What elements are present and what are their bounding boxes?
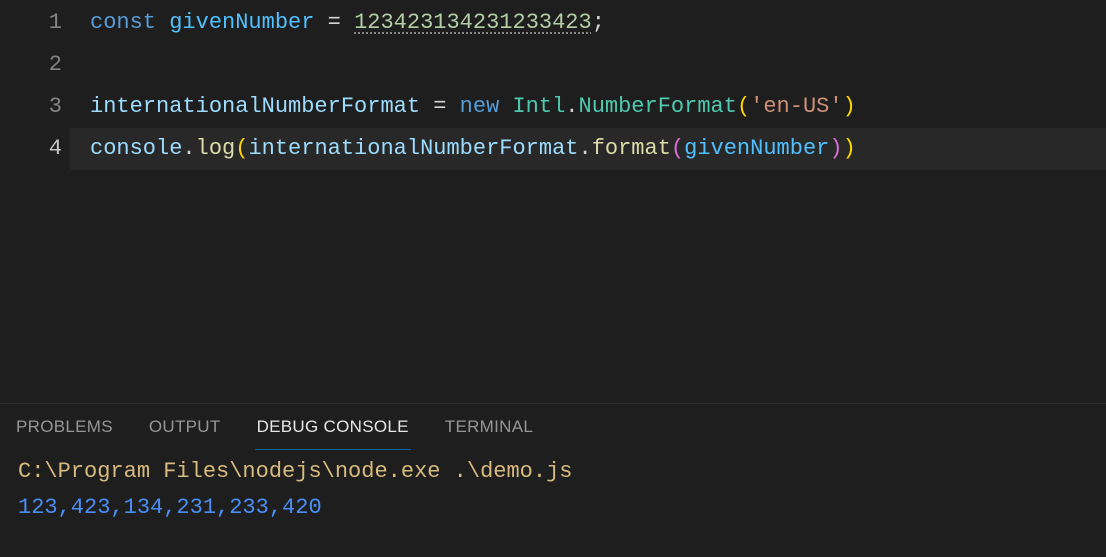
code-content[interactable]: const givenNumber = 123423134231233423; i…	[90, 2, 1106, 403]
code-token: givenNumber	[169, 10, 314, 35]
line-number: 4	[0, 128, 62, 170]
code-token: const	[90, 10, 169, 35]
tab-output[interactable]: OUTPUT	[147, 409, 223, 449]
console-command-line: C:\Program Files\nodejs\node.exe .\demo.…	[18, 454, 1088, 490]
tab-problems[interactable]: PROBLEMS	[14, 409, 115, 449]
bottom-panel: PROBLEMS OUTPUT DEBUG CONSOLE TERMINAL C…	[0, 403, 1106, 557]
code-token: console	[90, 136, 182, 161]
code-token: (	[671, 136, 684, 161]
code-token: Intl	[512, 94, 565, 119]
code-token: ;	[592, 10, 605, 35]
code-line[interactable]: const givenNumber = 123423134231233423;	[90, 2, 1106, 44]
tab-debug-console[interactable]: DEBUG CONSOLE	[255, 409, 411, 450]
panel-tabs: PROBLEMS OUTPUT DEBUG CONSOLE TERMINAL	[0, 404, 1106, 454]
code-line[interactable]	[90, 44, 1106, 86]
code-token: =	[420, 94, 460, 119]
line-number-gutter: 1234	[0, 2, 90, 403]
code-editor[interactable]: 1234 const givenNumber = 123423134231233…	[0, 0, 1106, 403]
code-token: =	[314, 10, 354, 35]
code-token: .	[565, 94, 578, 119]
code-token: format	[592, 136, 671, 161]
code-token: 123423134231233423	[354, 10, 592, 35]
code-token: .	[182, 136, 195, 161]
code-token: NumberFormat	[579, 94, 737, 119]
code-token: 'en-US'	[750, 94, 842, 119]
code-token: givenNumber	[684, 136, 829, 161]
code-token: )	[829, 136, 842, 161]
code-token: (	[235, 136, 248, 161]
line-number: 1	[0, 2, 62, 44]
console-output-line: 123,423,134,231,233,420	[18, 490, 1088, 526]
code-token: internationalNumberFormat	[248, 136, 578, 161]
line-number: 3	[0, 86, 62, 128]
code-token: internationalNumberFormat	[90, 94, 420, 119]
code-token: .	[579, 136, 592, 161]
code-token: )	[843, 94, 856, 119]
debug-console-content[interactable]: C:\Program Files\nodejs\node.exe .\demo.…	[0, 454, 1106, 557]
code-token: (	[737, 94, 750, 119]
code-line[interactable]: internationalNumberFormat = new Intl.Num…	[90, 86, 1106, 128]
code-line[interactable]: console.log(internationalNumberFormat.fo…	[70, 128, 1106, 170]
code-token: )	[843, 136, 856, 161]
tab-terminal[interactable]: TERMINAL	[443, 409, 535, 449]
line-number: 2	[0, 44, 62, 86]
code-token: new	[460, 94, 513, 119]
code-token: log	[196, 136, 236, 161]
